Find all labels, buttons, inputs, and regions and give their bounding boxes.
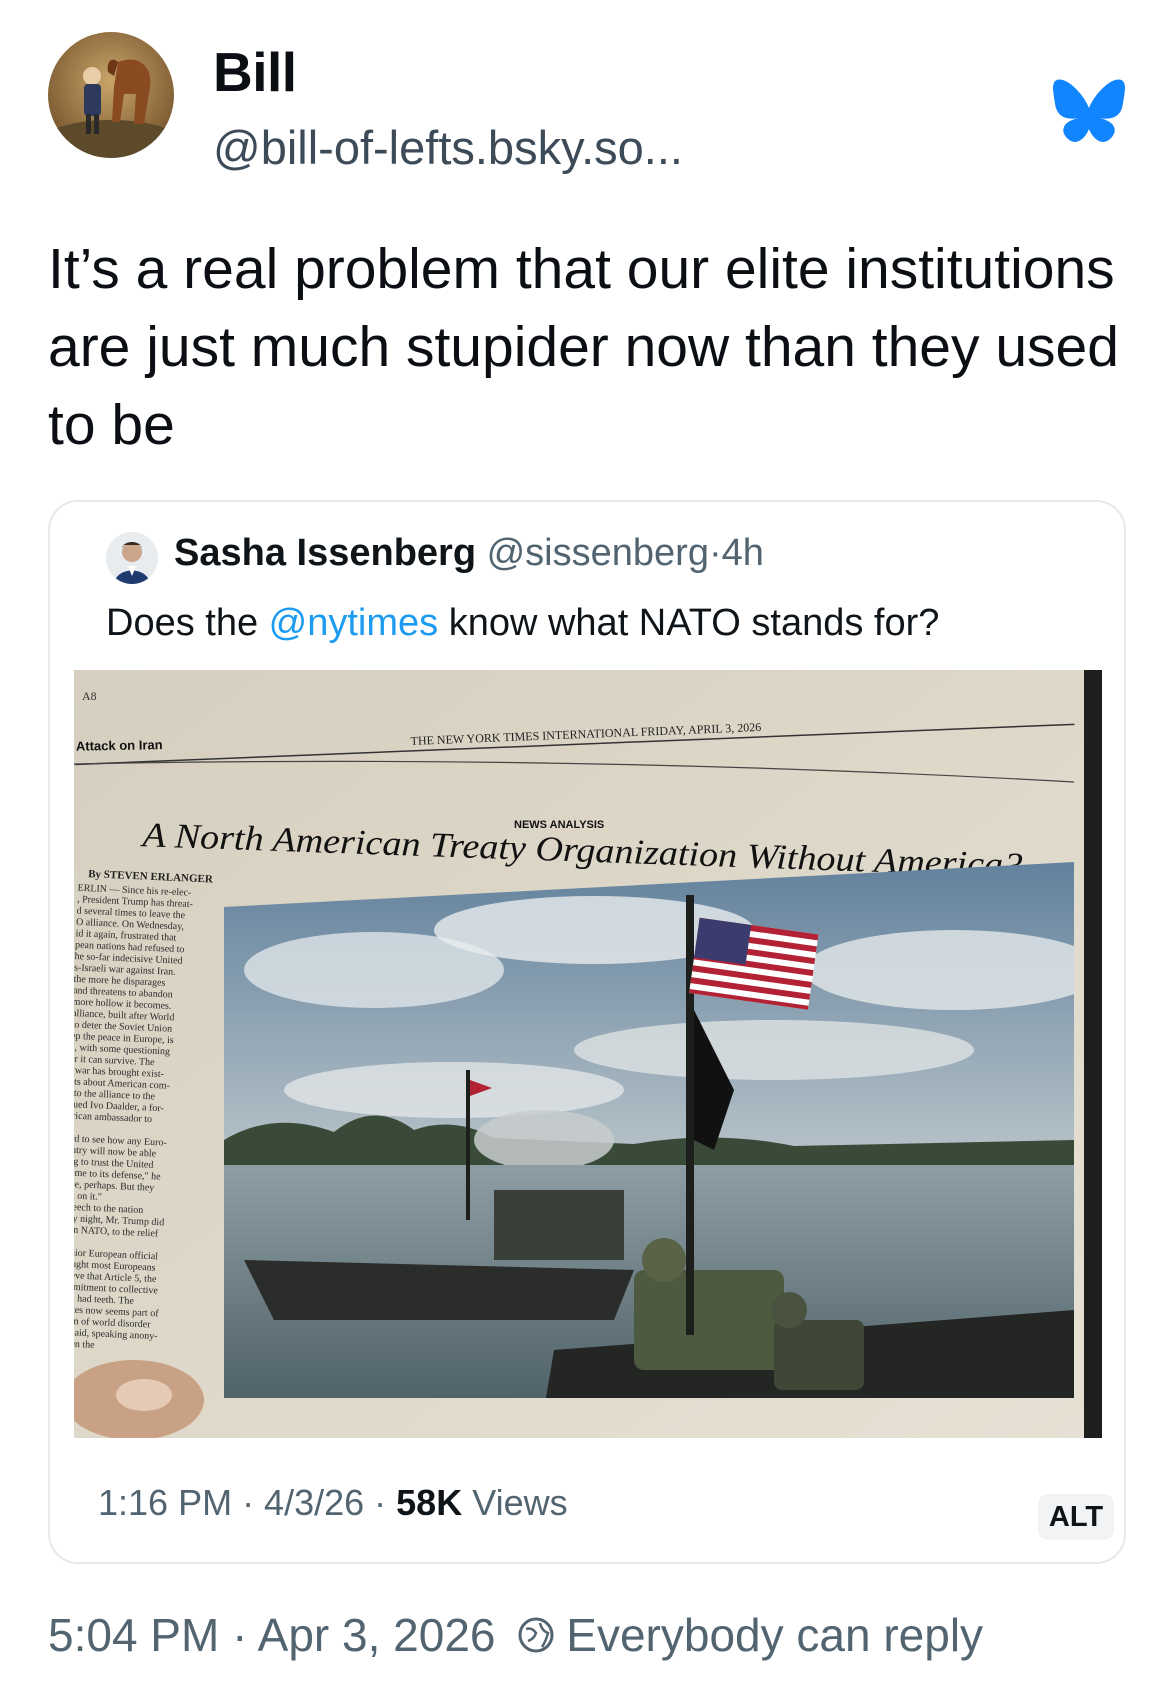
post-timestamp: 5:04 PM · Apr 3, 2026 [48,1609,496,1661]
quote-time-ago: 4h [721,532,764,574]
post-text: It’s a real problem that our elite insti… [48,237,1119,457]
globe-reply-icon [516,1612,556,1653]
avatar[interactable] [48,32,174,158]
column-text-line: given the [74,1338,95,1351]
newspaper-photo[interactable]: A8 THE NEW YORK TIMES INTERNATIONAL FRID… [74,670,1102,1438]
quote-separator: · [708,532,722,574]
reply-setting[interactable]: Everybody can reply [566,1609,983,1661]
nytimes-mention-link[interactable]: @nytimes [269,602,439,644]
quote-views-count: 58K [396,1482,463,1523]
quote-footer: 1:16 PM · 4/3/26 · 58K Views [98,1482,568,1524]
quote-author-avatar[interactable] [106,532,158,584]
alt-text-button[interactable]: ALT [1038,1494,1114,1540]
quote-views-label: Views [462,1482,568,1523]
section-label: Attack on Iran [76,737,163,754]
quote-text-before: Does the [106,602,269,644]
author-handle[interactable]: @bill-of-lefts.bsky.so... [213,120,683,175]
quoted-post-card[interactable]: Sasha Issenberg @sissenberg·4h Does the … [48,500,1126,1564]
column-text-line: int on it." [74,1190,102,1203]
quote-text: Does the @nytimes know what NATO stands … [106,602,939,645]
bluesky-butterfly-icon [1053,78,1125,142]
page-number: A8 [82,689,97,703]
quote-header: Sasha Issenberg @sissenberg·4h [174,532,764,575]
quote-author-name[interactable]: Sasha Issenberg [174,532,476,574]
author-display-name[interactable]: Bill [213,40,297,104]
quote-author-handle[interactable]: @sissenberg [487,532,709,574]
quote-timestamp: 1:16 PM · 4/3/26 · [98,1482,397,1523]
quote-text-after: know what NATO stands for? [438,602,940,644]
post-footer: 5:04 PM · Apr 3, 2026 Everybody can repl… [48,1608,983,1662]
